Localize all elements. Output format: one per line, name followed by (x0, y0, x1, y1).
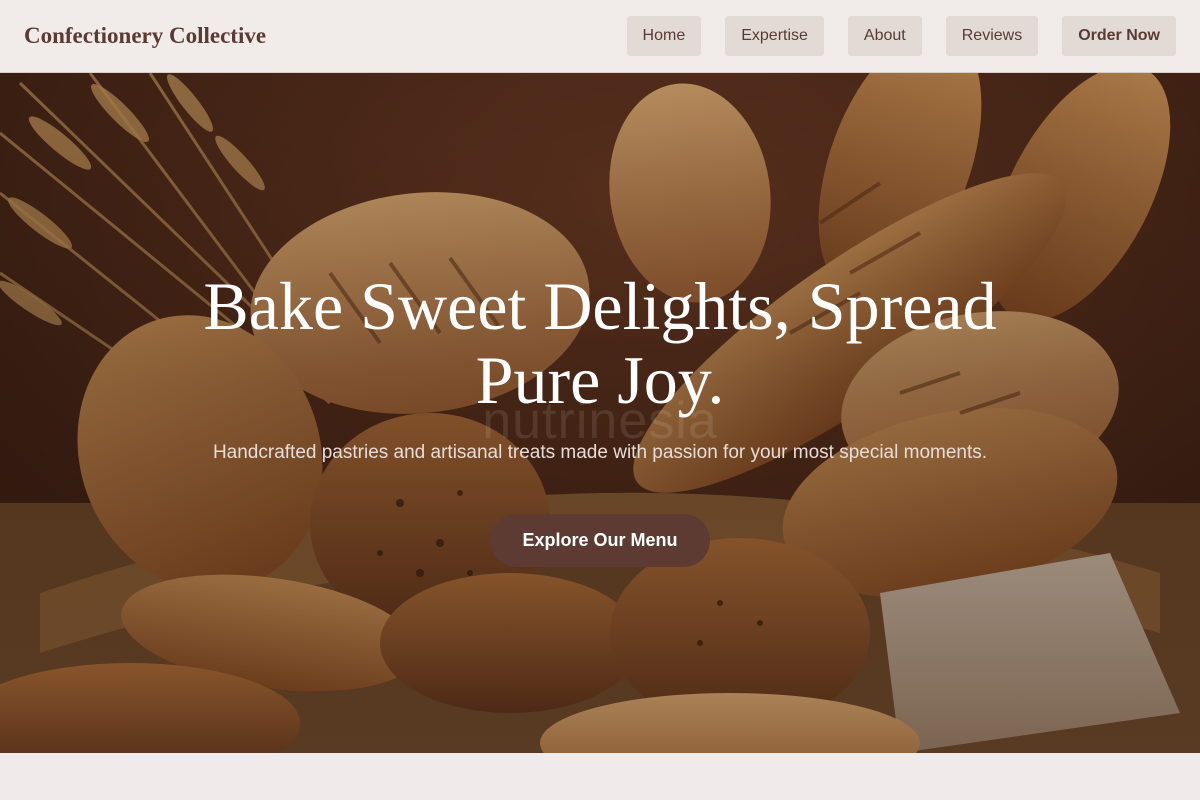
hero-heading-line2: Pure Joy. (475, 342, 725, 418)
nav-expertise-button[interactable]: Expertise (725, 16, 824, 56)
hero-heading: Bake Sweet Delights, Spread Pure Joy. (150, 269, 1050, 417)
hero-section: nutrinesia Bake Sweet Delights, Spread P… (0, 73, 1200, 753)
site-header: Confectionery Collective Home Expertise … (0, 0, 1200, 73)
brand-logo[interactable]: Confectionery Collective (24, 23, 266, 49)
hero-heading-line1: Bake Sweet Delights, Spread (203, 268, 997, 344)
next-section (0, 753, 1200, 800)
main-nav: Home Expertise About Reviews Order Now (626, 16, 1176, 56)
hero-subtitle: Handcrafted pastries and artisanal treat… (212, 442, 988, 463)
explore-menu-button[interactable]: Explore Our Menu (490, 514, 710, 567)
nav-about-button[interactable]: About (847, 16, 922, 56)
nav-home-button[interactable]: Home (626, 16, 702, 56)
order-now-button[interactable]: Order Now (1062, 16, 1176, 56)
nav-reviews-button[interactable]: Reviews (945, 16, 1039, 56)
